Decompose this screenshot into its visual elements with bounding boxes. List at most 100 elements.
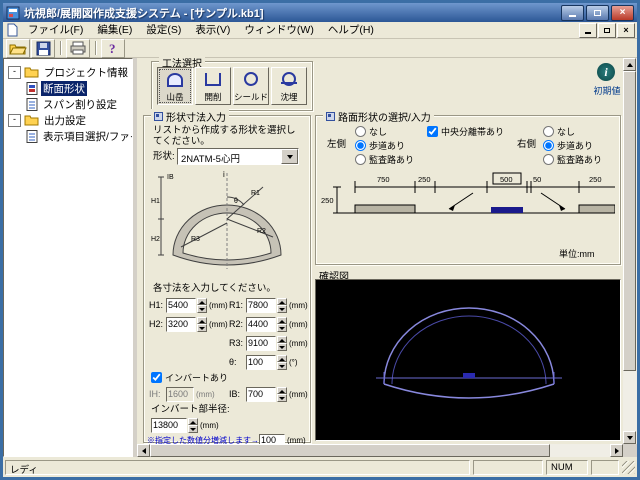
r3-spinner[interactable] xyxy=(277,336,287,351)
tree-label[interactable]: スパン割り設定 xyxy=(41,97,119,112)
resize-grip[interactable] xyxy=(622,461,635,474)
method-immersed-button[interactable]: 沈埋 xyxy=(271,67,307,105)
r2-input[interactable] xyxy=(246,317,276,332)
theta-spinner[interactable] xyxy=(277,355,287,370)
right-inspection-radio[interactable] xyxy=(543,154,554,165)
tree-label[interactable]: 出力設定 xyxy=(42,113,88,128)
scroll-down-icon[interactable] xyxy=(623,431,636,444)
tree-label[interactable]: 表示項目選択/ファイル出力 xyxy=(41,129,133,144)
horizontal-scrollbar[interactable] xyxy=(137,444,623,457)
ib-spinner[interactable] xyxy=(277,387,287,402)
road-cross-section-diagram: 750 250 500 50 250 250 xyxy=(321,167,615,237)
r1-field: R1: (mm) xyxy=(229,297,308,313)
help-icon: ? xyxy=(106,41,120,55)
invert-radius-spinner[interactable] xyxy=(188,418,198,433)
info-icon: i xyxy=(604,65,607,80)
scroll-right-icon[interactable] xyxy=(610,444,623,457)
scroll-left-icon[interactable] xyxy=(137,444,150,457)
tree-node-display-items[interactable]: 表示項目選択/ファイル出力 xyxy=(26,128,133,144)
tunnel-preview-drawing xyxy=(316,280,620,440)
document-icon[interactable] xyxy=(6,23,18,37)
tree-node-span-settings[interactable]: スパン割り設定 xyxy=(26,96,119,112)
method-cut-cover-button[interactable]: 開削 xyxy=(195,67,231,105)
printer-icon xyxy=(70,41,86,55)
vertical-scrollbar[interactable] xyxy=(623,58,637,444)
minimize-button[interactable] xyxy=(561,5,584,21)
horizontal-scroll-thumb[interactable] xyxy=(150,444,550,457)
mdi-close-icon: × xyxy=(623,26,628,35)
toolbar: ? xyxy=(3,39,637,58)
project-tree: - プロジェクト情報 断面形状 スパン割り設定 - 出力設定 xyxy=(3,58,133,457)
svg-text:250: 250 xyxy=(589,175,602,184)
menu-file[interactable]: ファイル(F) xyxy=(21,22,90,38)
h2-input[interactable] xyxy=(166,317,196,332)
tree-node-output-settings[interactable]: - 出力設定 xyxy=(8,112,88,128)
tree-label[interactable]: プロジェクト情報 xyxy=(42,65,130,80)
right-sidewalk-radio[interactable] xyxy=(543,140,554,151)
section-bullet-icon xyxy=(154,112,163,121)
median-checkbox-row: 中央分離帯あり xyxy=(427,125,504,137)
svg-text:R1: R1 xyxy=(251,190,260,197)
tree-node-cross-section[interactable]: 断面形状 xyxy=(26,80,87,96)
dim-label: H1: xyxy=(149,300,166,310)
shape-select-combo[interactable]: 2NATM-5心円 xyxy=(177,148,299,165)
save-button[interactable] xyxy=(31,39,55,58)
scroll-up-icon[interactable] xyxy=(623,58,636,71)
app-icon xyxy=(6,6,20,20)
dims-instruction: 各寸法を入力してください。 xyxy=(153,283,276,294)
shape-select-value: 2NATM-5心円 xyxy=(178,149,281,164)
theta-input[interactable] xyxy=(246,355,276,370)
invert-radius-input[interactable] xyxy=(151,418,187,433)
median-checkbox-label: 中央分離帯あり xyxy=(441,125,504,138)
print-button[interactable] xyxy=(66,39,90,58)
svg-text:H1: H1 xyxy=(151,198,160,205)
open-folder-icon xyxy=(9,41,27,55)
left-sidewalk-radio[interactable] xyxy=(355,140,366,151)
menu-edit[interactable]: 編集(E) xyxy=(90,22,139,38)
median-checkbox[interactable] xyxy=(427,126,438,137)
tree-node-project-info[interactable]: - プロジェクト情報 xyxy=(8,64,130,80)
menu-settings[interactable]: 設定(S) xyxy=(139,22,188,38)
r1-input[interactable] xyxy=(246,298,276,313)
ih-input xyxy=(166,387,194,402)
help-button[interactable]: ? xyxy=(101,39,125,58)
invert-checkbox[interactable] xyxy=(151,372,162,383)
maximize-button[interactable] xyxy=(586,5,609,21)
initial-values-button[interactable]: i xyxy=(597,63,615,81)
r3-field: R3: (mm) xyxy=(229,335,308,351)
left-inspection-radio[interactable] xyxy=(355,154,366,165)
section-bullet-icon xyxy=(326,112,335,121)
svg-text:R3: R3 xyxy=(191,236,200,243)
left-inspection-row: 監査路あり xyxy=(355,153,414,165)
menu-view[interactable]: 表示(V) xyxy=(188,22,237,38)
mdi-minimize-button[interactable] xyxy=(579,23,597,38)
vertical-scroll-thumb[interactable] xyxy=(623,71,636,371)
dim-unit: (mm) xyxy=(196,390,215,399)
radio-label: 監査路あり xyxy=(369,153,414,166)
menu-window[interactable]: ウィンドウ(W) xyxy=(237,22,320,38)
method-mountain-button[interactable]: 山岳 xyxy=(157,67,193,105)
mdi-restore-button[interactable] xyxy=(598,23,616,38)
h1-spinner[interactable] xyxy=(197,298,207,313)
open-file-button[interactable] xyxy=(6,39,30,58)
method-shield-button[interactable]: シールド xyxy=(233,67,269,105)
mdi-close-button[interactable]: × xyxy=(617,23,635,38)
svg-text:θ: θ xyxy=(234,198,238,205)
h2-spinner[interactable] xyxy=(197,317,207,332)
method-label: 沈埋 xyxy=(280,93,297,102)
right-none-radio[interactable] xyxy=(543,126,554,137)
collapse-icon[interactable]: - xyxy=(8,114,21,127)
menu-help[interactable]: ヘルプ(H) xyxy=(321,22,381,38)
ib-input[interactable] xyxy=(246,387,276,402)
left-none-radio[interactable] xyxy=(355,126,366,137)
r3-input[interactable] xyxy=(246,336,276,351)
r1-spinner[interactable] xyxy=(277,298,287,313)
dim-unit: (mm) xyxy=(209,320,228,329)
h1-input[interactable] xyxy=(166,298,196,313)
h2-field: H2: (mm) xyxy=(149,316,228,332)
r2-spinner[interactable] xyxy=(277,317,287,332)
dropdown-arrow-icon[interactable] xyxy=(281,149,298,164)
collapse-icon[interactable]: - xyxy=(8,66,21,79)
close-button[interactable]: × xyxy=(611,5,634,21)
tree-label-selected[interactable]: 断面形状 xyxy=(41,81,87,96)
